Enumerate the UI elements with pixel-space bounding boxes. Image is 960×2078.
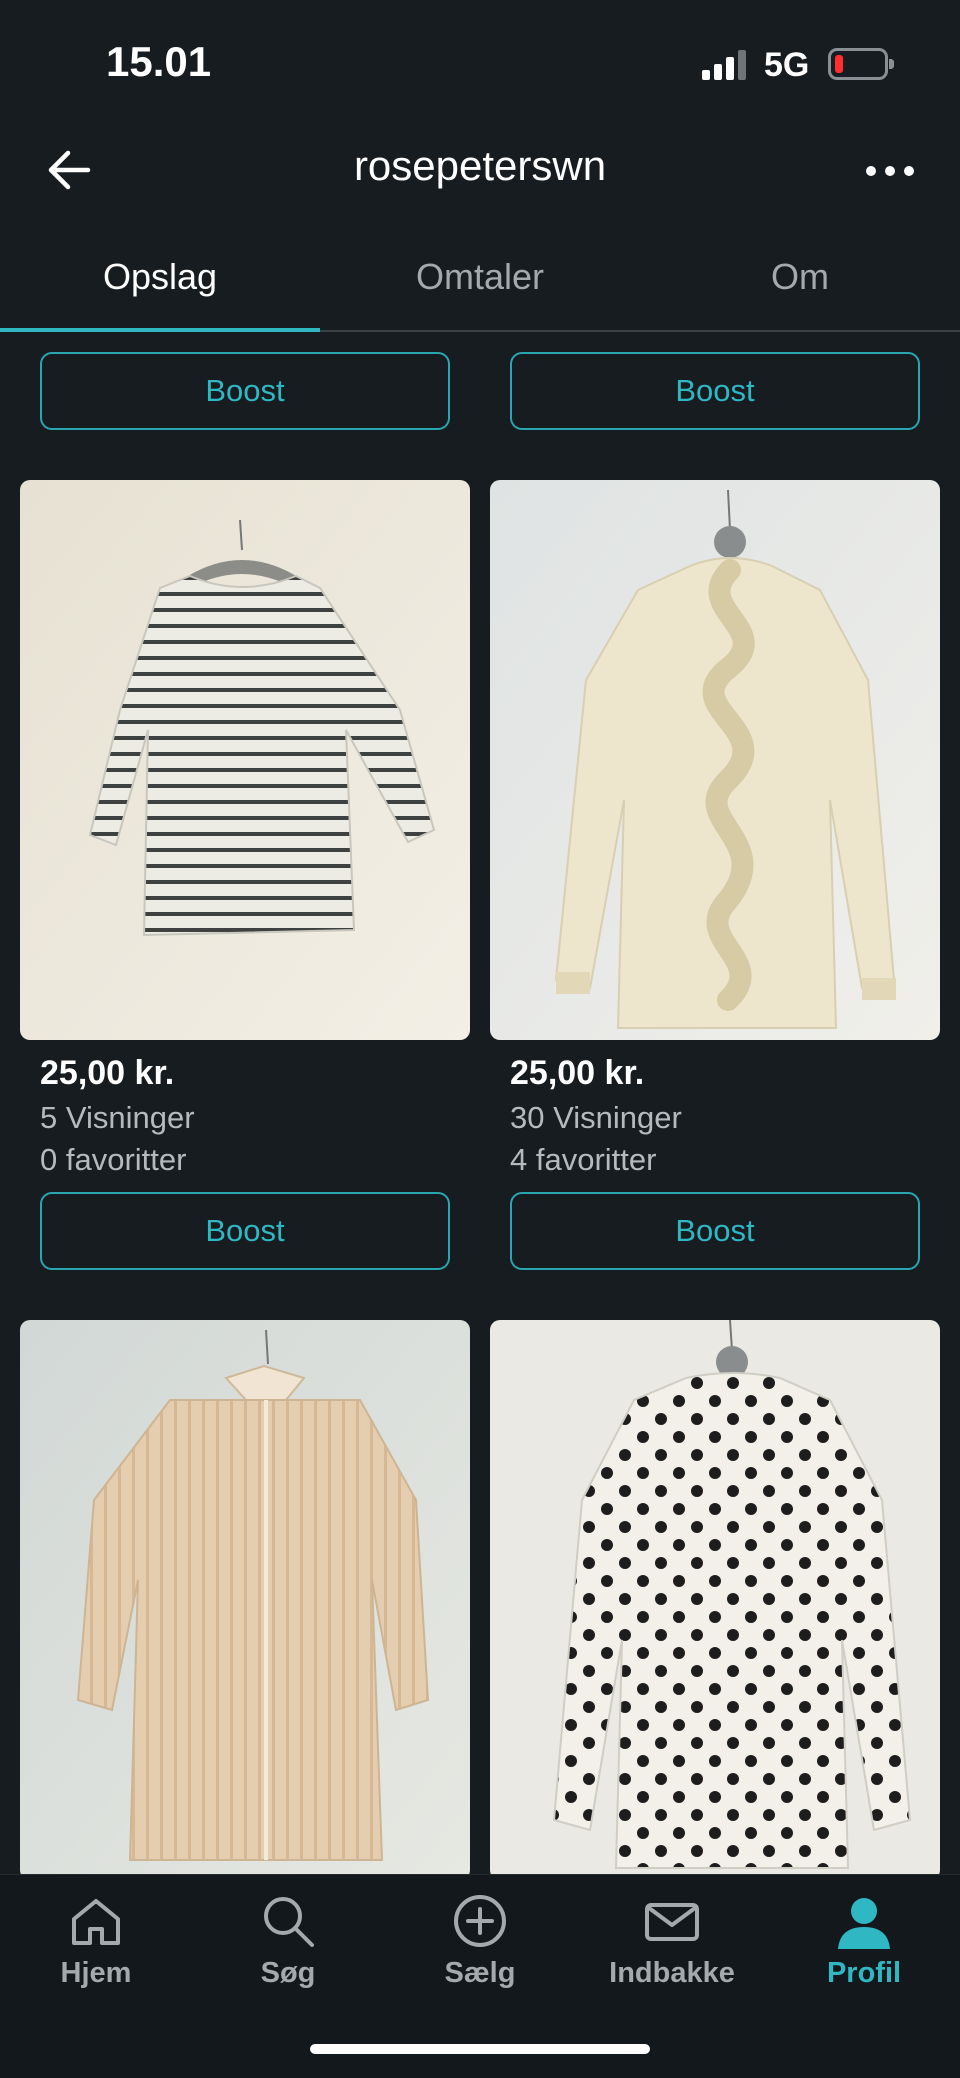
- tab-bar-item-saelg[interactable]: Sælg: [384, 1875, 576, 2015]
- polka-dot-blouse-image: [490, 1320, 940, 1874]
- tab-bar-item-indbakke[interactable]: Indbakke: [576, 1875, 768, 2015]
- listing-price: 25,00 kr.: [510, 1054, 645, 1092]
- listing-image[interactable]: [490, 480, 940, 1040]
- battery-icon: [828, 48, 894, 80]
- tab-bar-label: Indbakke: [609, 1957, 735, 1989]
- striped-top-image: [20, 480, 470, 1040]
- tab-omtaler[interactable]: Omtaler: [320, 240, 640, 330]
- tab-bar-label: Profil: [826, 1957, 902, 1989]
- listing-favorites: 4 favoritter: [510, 1142, 657, 1177]
- tab-bar-label: Hjem: [60, 1957, 132, 1989]
- network-type: 5G: [764, 46, 810, 84]
- boost-button[interactable]: Boost: [40, 1192, 450, 1270]
- home-icon: [72, 1899, 120, 1945]
- listing-favorites: 0 favoritter: [40, 1142, 187, 1177]
- tab-opslag[interactable]: Opslag: [0, 240, 320, 330]
- active-tab-indicator: [0, 328, 320, 332]
- status-time: 15.01: [106, 38, 212, 85]
- tab-bar-item-soeg[interactable]: Søg: [192, 1875, 384, 2015]
- boost-button[interactable]: Boost: [40, 352, 450, 430]
- listings-feed[interactable]: Boost Boost 25,00 kr. 5 Visninger 0 favo…: [0, 334, 960, 1874]
- profile-username: rosepeterswn: [353, 142, 607, 189]
- nav-bar: rosepeterswn: [0, 120, 960, 220]
- tab-bar-item-profil[interactable]: Profil: [768, 1875, 960, 2015]
- tab-bar-item-hjem[interactable]: Hjem: [0, 1875, 192, 2015]
- plus-circle-icon: [454, 1895, 506, 1947]
- signal-strength-icon: [702, 50, 748, 80]
- tab-bar-label: Sælg: [444, 1957, 516, 1989]
- more-options-button[interactable]: [860, 156, 920, 186]
- listing-image[interactable]: [490, 1320, 940, 1874]
- home-indicator: [310, 2044, 650, 2054]
- listing-views: 30 Visninger: [510, 1100, 682, 1135]
- search-icon: [264, 1897, 314, 1947]
- listing-image[interactable]: [20, 480, 470, 1040]
- profile-tabs: Opslag Omtaler Om: [0, 240, 960, 332]
- boost-button[interactable]: Boost: [510, 1192, 920, 1270]
- more-horizontal-icon: [866, 166, 876, 176]
- listing-price: 25,00 kr.: [40, 1054, 175, 1092]
- satin-shirt-image: [20, 1320, 470, 1874]
- mail-icon: [645, 1903, 699, 1941]
- ruffle-blouse-image: [490, 480, 940, 1040]
- profile-icon: [838, 1898, 890, 1949]
- status-bar: 15.01 5G: [0, 0, 960, 120]
- listing-image[interactable]: [20, 1320, 470, 1874]
- tab-om[interactable]: Om: [640, 240, 960, 330]
- listing-views: 5 Visninger: [40, 1100, 195, 1135]
- boost-button[interactable]: Boost: [510, 352, 920, 430]
- tab-bar-label: Søg: [260, 1957, 316, 1989]
